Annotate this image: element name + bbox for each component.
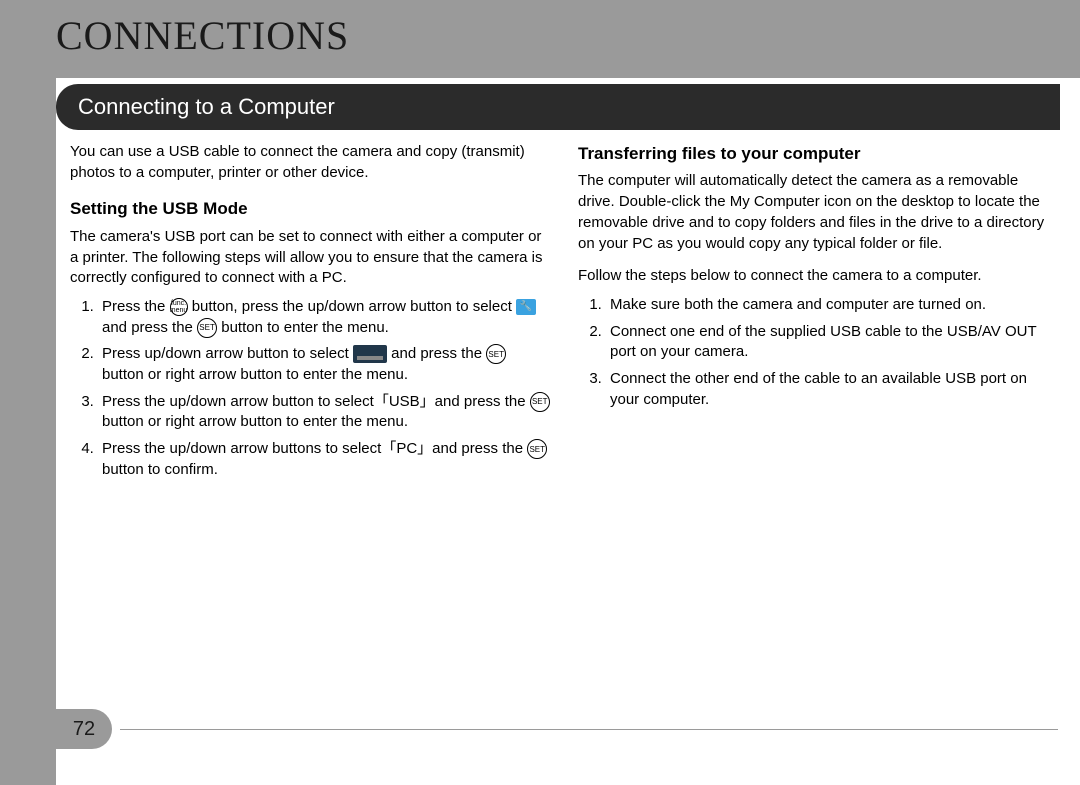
usb-mode-steps: Press the func. menu button, press the u…: [70, 297, 550, 481]
text: button to enter the menu.: [221, 319, 389, 336]
left-rail: [0, 0, 56, 785]
left-column: You can use a USB cable to connect the c…: [70, 142, 550, 486]
icon-label: SET: [532, 398, 548, 406]
icon-label: SET: [199, 324, 215, 332]
text: button, press the up/down arrow button t…: [192, 298, 516, 315]
footer-divider: [120, 729, 1058, 730]
list-item: Press up/down arrow button to select and…: [98, 344, 550, 385]
func-menu-icon: func. menu: [170, 298, 188, 316]
settings-screen-icon: [353, 345, 387, 363]
text: Press the up/down arrow button to select…: [102, 393, 530, 410]
text: and press the: [391, 345, 486, 362]
right-column: Transferring files to your computer The …: [578, 142, 1058, 486]
set-icon: SET: [530, 392, 550, 412]
connect-steps: Make sure both the camera and computer a…: [578, 295, 1058, 410]
text: and press the: [102, 319, 197, 336]
text: button to confirm.: [102, 461, 218, 478]
usb-mode-paragraph: The camera's USB port can be set to conn…: [70, 227, 550, 289]
icon-label: SET: [488, 351, 504, 359]
content-grid: You can use a USB cable to connect the c…: [70, 142, 1058, 486]
section-title: Connecting to a Computer: [78, 94, 335, 120]
text: button or right arrow button to enter th…: [102, 413, 408, 430]
section-bar: Connecting to a Computer: [56, 84, 1060, 130]
wrench-icon: 🔧: [516, 299, 536, 315]
icon-label: SET: [529, 446, 545, 454]
list-item: Press the up/down arrow buttons to selec…: [98, 439, 550, 480]
list-item: Press the up/down arrow button to select…: [98, 392, 550, 433]
text: Press the up/down arrow buttons to selec…: [102, 440, 527, 457]
set-icon: SET: [486, 344, 506, 364]
set-icon: SET: [197, 318, 217, 338]
icon-label: func. menu: [170, 300, 188, 314]
text: Press the: [102, 298, 170, 315]
list-item: Connect one end of the supplied USB cabl…: [606, 322, 1058, 363]
page-number-badge: 72: [56, 709, 112, 749]
text: Press up/down arrow button to select: [102, 345, 353, 362]
manual-page: { "page_number": "72", "chapter_title": …: [0, 0, 1080, 785]
transfer-paragraph-2: Follow the steps below to connect the ca…: [578, 266, 1058, 287]
chapter-title: CONNECTIONS: [56, 12, 349, 59]
list-item: Connect the other end of the cable to an…: [606, 369, 1058, 410]
set-icon: SET: [527, 439, 547, 459]
list-item: Make sure both the camera and computer a…: [606, 295, 1058, 316]
text: button or right arrow button to enter th…: [102, 366, 408, 383]
transfer-paragraph-1: The computer will automatically detect t…: [578, 171, 1058, 254]
list-item: Press the func. menu button, press the u…: [98, 297, 550, 338]
icon-glyph: 🔧: [520, 300, 532, 314]
page-number: 72: [73, 718, 95, 741]
transfer-heading: Transferring files to your computer: [578, 142, 1058, 165]
intro-paragraph: You can use a USB cable to connect the c…: [70, 142, 550, 183]
usb-mode-heading: Setting the USB Mode: [70, 197, 550, 220]
